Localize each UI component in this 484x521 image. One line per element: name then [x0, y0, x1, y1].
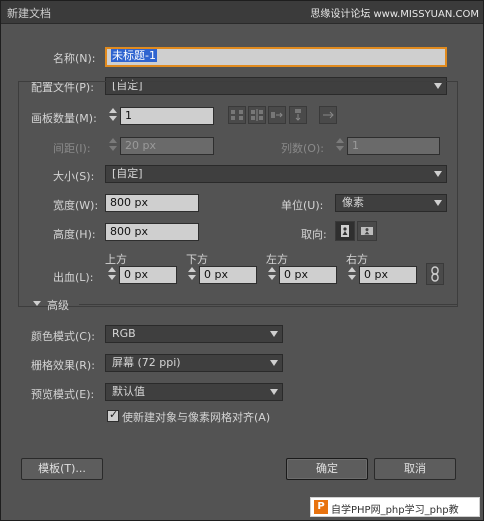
raster-effects-label: 栅格效果(R): — [31, 359, 95, 372]
chevron-down-icon — [434, 200, 442, 206]
orientation-label: 取向: — [301, 228, 327, 241]
bleed-top-input[interactable]: 0 px — [119, 266, 177, 284]
width-label: 宽度(W): — [53, 199, 99, 212]
grid-by-column-icon[interactable] — [248, 106, 266, 124]
php-site-banner: P 自学PHP网_php学习_php教 — [310, 497, 480, 517]
cancel-button[interactable]: 取消 — [374, 458, 456, 480]
arrange-by-column-icon[interactable] — [289, 106, 307, 124]
chevron-down-icon — [434, 171, 442, 177]
columns-stepper[interactable] — [335, 137, 345, 153]
templates-button[interactable]: 模板(T)... — [21, 458, 103, 480]
color-mode-label: 颜色模式(C): — [31, 330, 95, 343]
php-logo-icon: P — [314, 500, 328, 514]
right-to-left-icon[interactable] — [319, 106, 337, 124]
spacing-label: 间距(I): — [53, 142, 91, 155]
preview-mode-label: 预览模式(E): — [31, 388, 95, 401]
new-document-dialog: 新建文档 思缘设计论坛 www.MISSYUAN.COM 名称(N): 未标题-… — [0, 0, 484, 521]
name-input[interactable]: 未标题-1 — [105, 47, 447, 67]
bleed-label: 出血(L): — [53, 271, 94, 284]
ok-button[interactable]: 确定 — [286, 458, 368, 480]
align-pixel-grid-label: 使新建对象与像素网格对齐(A) — [122, 411, 271, 424]
size-label: 大小(S): — [53, 170, 95, 183]
watermark-text: 思缘设计论坛 www.MISSYUAN.COM — [310, 9, 479, 20]
bleed-right-input[interactable]: 0 px — [359, 266, 417, 284]
chevron-down-icon — [270, 389, 278, 395]
bleed-bottom-label: 下方 — [186, 253, 208, 266]
bleed-right-label: 右方 — [346, 253, 368, 266]
preview-mode-dropdown[interactable]: 默认值 — [105, 383, 283, 401]
bleed-left-stepper[interactable] — [267, 266, 277, 282]
raster-effects-dropdown[interactable]: 屏幕 (72 ppi) — [105, 354, 283, 372]
arrange-by-row-icon[interactable] — [268, 106, 286, 124]
bleed-bottom-input[interactable]: 0 px — [199, 266, 257, 284]
bleed-left-input[interactable]: 0 px — [279, 266, 337, 284]
portrait-icon[interactable] — [335, 221, 355, 241]
bleed-left-label: 左方 — [266, 253, 288, 266]
landscape-icon[interactable] — [357, 221, 377, 241]
link-bleed-icon[interactable] — [426, 263, 444, 285]
php-site-text: 自学PHP网_php学习_php教 — [331, 505, 459, 516]
align-pixel-grid-checkbox[interactable] — [107, 408, 119, 422]
name-label: 名称(N): — [53, 52, 96, 65]
units-dropdown[interactable]: 像素 — [335, 194, 447, 212]
dialog-title: 新建文档 — [7, 7, 51, 20]
chevron-down-icon — [270, 360, 278, 366]
disclosure-triangle-icon[interactable] — [33, 301, 41, 306]
artboards-stepper[interactable] — [108, 107, 118, 123]
advanced-label[interactable]: 高级 — [47, 297, 69, 313]
size-dropdown[interactable]: [自定] — [105, 165, 447, 183]
columns-input[interactable]: 1 — [347, 137, 440, 155]
chevron-down-icon — [270, 331, 278, 337]
artboards-input[interactable]: 1 — [120, 107, 214, 125]
grid-by-row-icon[interactable] — [228, 106, 246, 124]
bleed-top-label: 上方 — [105, 253, 127, 266]
bleed-bottom-stepper[interactable] — [187, 266, 197, 282]
spacing-stepper[interactable] — [108, 137, 118, 153]
height-input[interactable]: 800 px — [105, 223, 199, 241]
spacing-input[interactable]: 20 px — [120, 137, 214, 155]
bleed-top-stepper[interactable] — [107, 266, 117, 282]
color-mode-dropdown[interactable]: RGB — [105, 325, 283, 343]
artboards-label: 画板数量(M): — [31, 112, 97, 125]
height-label: 高度(H): — [53, 228, 96, 241]
title-bar: 新建文档 思缘设计论坛 www.MISSYUAN.COM — [1, 1, 483, 24]
advanced-divider — [79, 304, 457, 305]
units-label: 单位(U): — [281, 199, 324, 212]
bleed-right-stepper[interactable] — [347, 266, 357, 282]
columns-label: 列数(O): — [281, 142, 324, 155]
width-input[interactable]: 800 px — [105, 194, 199, 212]
